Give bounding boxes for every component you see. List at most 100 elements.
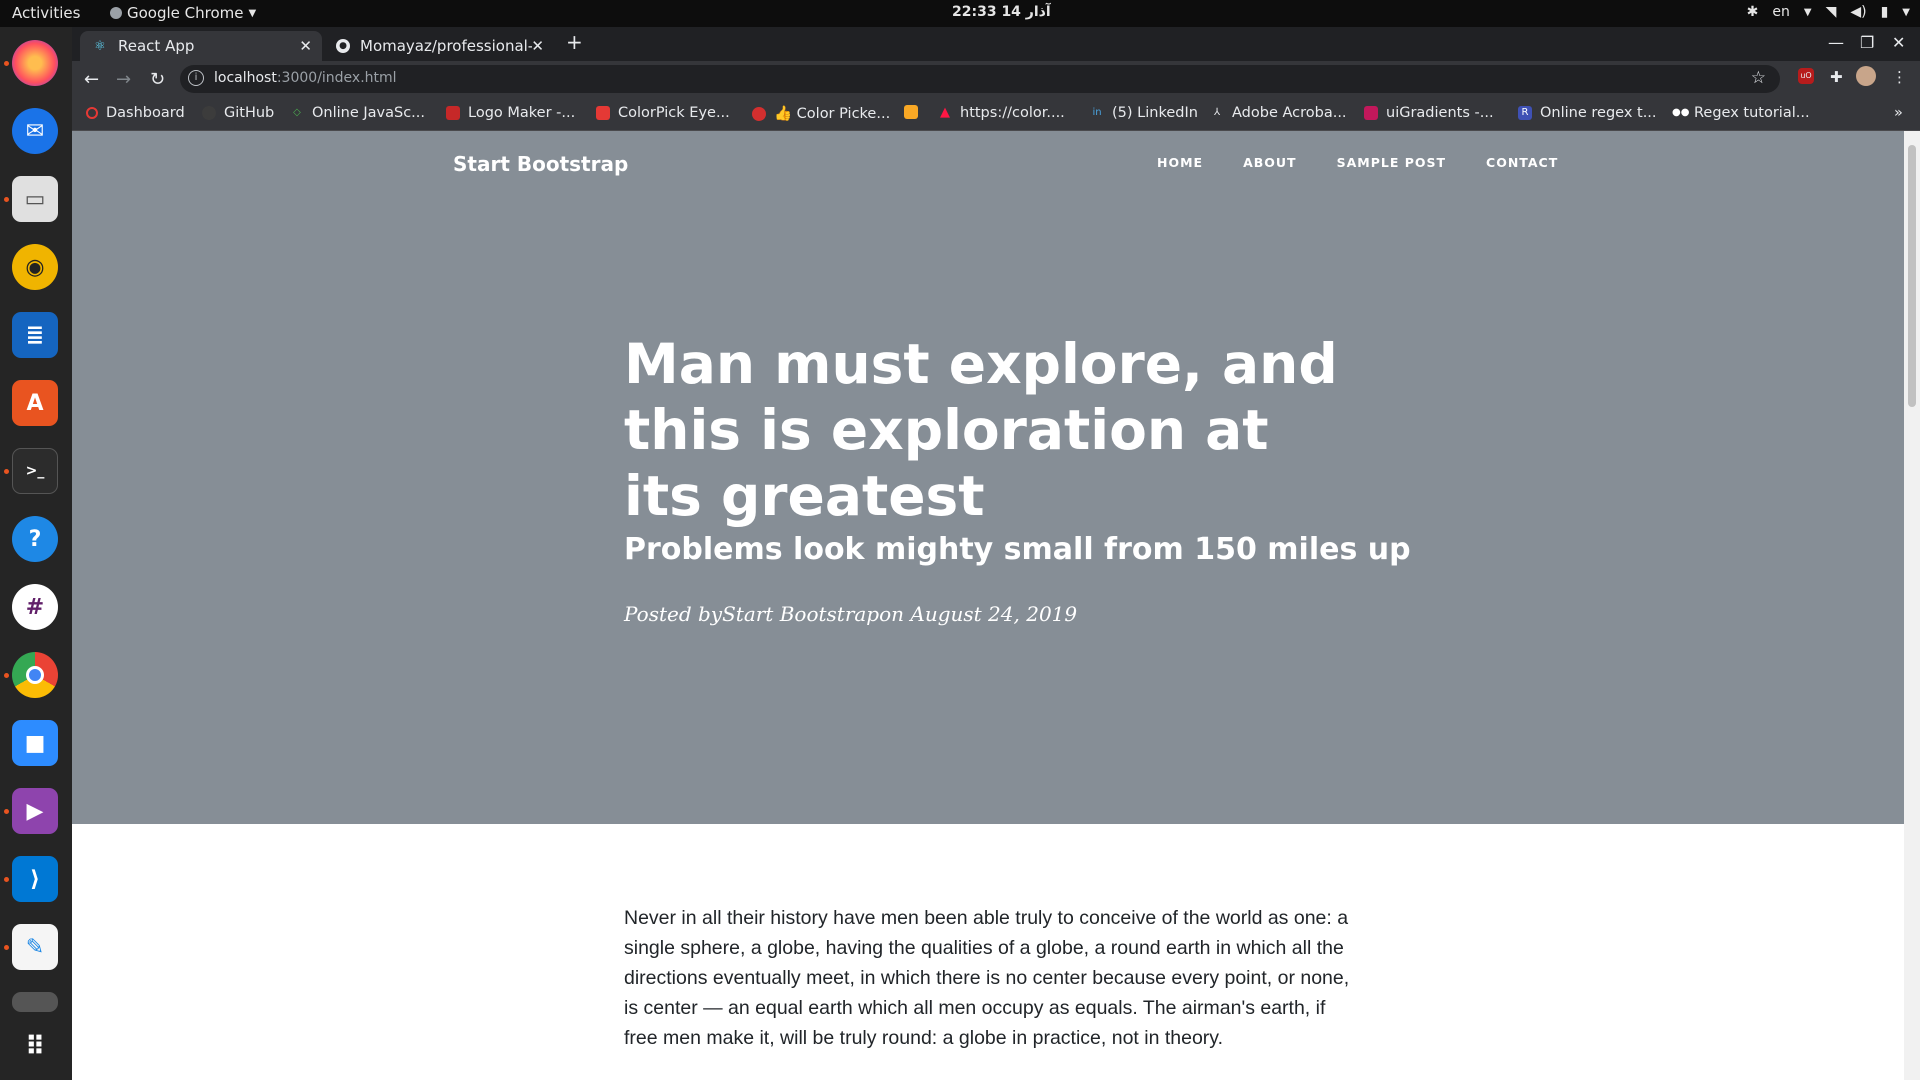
clock[interactable]: 22:33 14 آذار [952, 4, 1051, 20]
tiger-icon [904, 105, 918, 119]
trash-icon[interactable] [12, 992, 58, 1012]
url-host: localhost [214, 70, 277, 86]
bookmark-item[interactable]: ◇ Online JavaSc... [290, 105, 425, 121]
post-meta: Posted byStart Bootstrapon August 24, 20… [624, 602, 1078, 626]
language-indicator[interactable]: en [1772, 4, 1790, 20]
forward-arrow-icon[interactable]: → [116, 69, 131, 90]
system-tray[interactable]: ✱ en ▼ ◥ ◀) ▮ ▼ [1747, 4, 1910, 20]
restore-icon[interactable]: ❐ [1860, 33, 1874, 52]
close-tab-icon[interactable]: ✕ [531, 37, 544, 55]
bookmark-label: Regex tutorial... [1694, 105, 1810, 121]
bookmark-label: Adobe Acroba... [1232, 105, 1347, 121]
masthead: Start Bootstrap HOME ABOUT SAMPLE POST C… [72, 131, 1904, 824]
show-applications-icon[interactable]: ⠿ [12, 1024, 58, 1070]
nav-sample-post[interactable]: SAMPLE POST [1337, 155, 1446, 170]
reload-icon[interactable]: ↻ [150, 69, 165, 90]
chrome-icon[interactable] [12, 652, 58, 698]
firefox-icon[interactable] [12, 40, 58, 86]
bookmark-label: https://color.... [960, 105, 1065, 121]
post-heading: Man must explore, and this is exploratio… [624, 332, 1338, 528]
site-info-icon[interactable]: i [188, 70, 204, 86]
chrome-menu-icon[interactable]: ⋮ [1892, 68, 1907, 86]
back-arrow-icon[interactable]: ← [84, 69, 99, 90]
terminal-icon[interactable]: >_ [12, 448, 58, 494]
post-subheading: Problems look mighty small from 150 mile… [624, 532, 1411, 567]
page-scrollbar[interactable] [1904, 131, 1920, 1080]
acrobat-icon: ⅄ [1213, 107, 1221, 118]
wifi-icon: ◥ [1825, 4, 1837, 20]
tab-strip: ⚛ React App ✕ ● Momayaz/professional-bl … [72, 27, 1920, 61]
nav-about[interactable]: ABOUT [1243, 155, 1297, 170]
bookmark-star-icon[interactable]: ☆ [1751, 68, 1766, 88]
colorpick-icon [596, 106, 610, 120]
github-icon [202, 106, 216, 120]
close-window-icon[interactable]: ✕ [1892, 33, 1905, 52]
tab-github-repo[interactable]: ● Momayaz/professional-bl ✕ [324, 31, 554, 61]
volume-icon: ◀) [1850, 4, 1867, 20]
url-path: :3000/index.html [276, 70, 397, 86]
videos-icon[interactable]: ▶ [12, 788, 58, 834]
chevron-down-icon: ▼ [1803, 6, 1812, 18]
bookmark-label: 👍 Color Picke... [774, 106, 891, 122]
ublock-extension-icon[interactable]: uO [1798, 68, 1814, 84]
bookmark-item[interactable]: Logo Maker -... [446, 105, 575, 121]
javascript-icon: ◇ [293, 107, 301, 118]
battery-icon: ▮ [1880, 4, 1889, 20]
bookmark-item[interactable]: uiGradients -... [1364, 105, 1494, 121]
bookmark-item[interactable]: R Online regex t... [1518, 105, 1657, 121]
slack-tray-icon: ✱ [1746, 4, 1759, 20]
rhythmbox-icon[interactable]: ◉ [12, 244, 58, 290]
linkedin-icon: in [1092, 107, 1102, 118]
medium-icon: ●● [1672, 107, 1690, 118]
bookmark-item[interactable]: ColorPick Eye... [596, 105, 730, 121]
app-menu[interactable]: Google Chrome ▼ [110, 4, 256, 22]
activities-button[interactable]: Activities [12, 4, 80, 22]
system-top-bar: Activities Google Chrome ▼ 22:33 14 آذار… [0, 0, 1920, 27]
uigradients-icon [1364, 106, 1378, 120]
page-viewport: Start Bootstrap HOME ABOUT SAMPLE POST C… [72, 131, 1904, 1080]
scrollbar-thumb[interactable] [1908, 145, 1916, 407]
bookmark-label: uiGradients -... [1386, 105, 1494, 121]
nav-contact[interactable]: CONTACT [1486, 155, 1558, 170]
profile-avatar[interactable] [1856, 66, 1876, 86]
address-bar[interactable]: i localhost:3000/index.html ☆ [180, 65, 1780, 93]
power-menu-icon: ▼ [1902, 6, 1910, 18]
help-icon[interactable]: ? [12, 516, 58, 562]
bookmarks-overflow-button[interactable]: » [1894, 105, 1903, 121]
minimize-icon[interactable]: — [1828, 33, 1844, 52]
dashboard-icon [86, 107, 98, 119]
ubuntu-software-icon[interactable]: A [12, 380, 58, 426]
logo-maker-icon [446, 106, 460, 120]
bookmark-item[interactable]: ⅄ Adobe Acroba... [1210, 105, 1347, 121]
chevron-down-icon: ▼ [248, 7, 257, 19]
slack-icon[interactable]: # [12, 584, 58, 630]
text-editor-icon[interactable]: ✎ [12, 924, 58, 970]
running-indicator [4, 945, 9, 950]
extensions-puzzle-icon[interactable]: ✚ [1830, 68, 1843, 86]
nav-home[interactable]: HOME [1157, 155, 1203, 170]
color-picker-icon [752, 106, 766, 121]
files-icon[interactable]: ▭ [12, 176, 58, 222]
url-text: localhost:3000/index.html [214, 70, 397, 86]
bookmark-item[interactable]: in (5) LinkedIn [1090, 105, 1197, 121]
vscode-icon[interactable]: ⟩ [12, 856, 58, 902]
thunderbird-icon[interactable]: ✉ [12, 108, 58, 154]
bookmark-item[interactable]: ▲ https://color.... [938, 105, 1065, 121]
bookmark-item[interactable]: 👍 Color Picke... [752, 105, 890, 122]
bookmarks-bar: Dashboard GitHub ◇ Online JavaSc... Logo … [72, 97, 1920, 131]
running-indicator [4, 809, 9, 814]
navbar-brand[interactable]: Start Bootstrap [453, 152, 628, 176]
bookmark-item[interactable]: Dashboard [86, 105, 185, 121]
bookmark-label: ColorPick Eye... [618, 105, 730, 121]
app-menu-label: Google Chrome [127, 4, 244, 22]
libreoffice-writer-icon[interactable]: ≣ [12, 312, 58, 358]
bookmark-item[interactable]: ●● Regex tutorial... [1672, 105, 1810, 121]
running-indicator [4, 197, 9, 202]
zoom-icon[interactable]: ■ [12, 720, 58, 766]
close-tab-icon[interactable]: ✕ [299, 37, 312, 55]
bookmark-item[interactable] [904, 105, 926, 119]
tab-react-app[interactable]: ⚛ React App ✕ [80, 31, 322, 61]
bookmark-item[interactable]: GitHub [202, 105, 274, 121]
react-favicon-icon: ⚛ [94, 38, 106, 54]
new-tab-button[interactable]: + [566, 30, 583, 54]
